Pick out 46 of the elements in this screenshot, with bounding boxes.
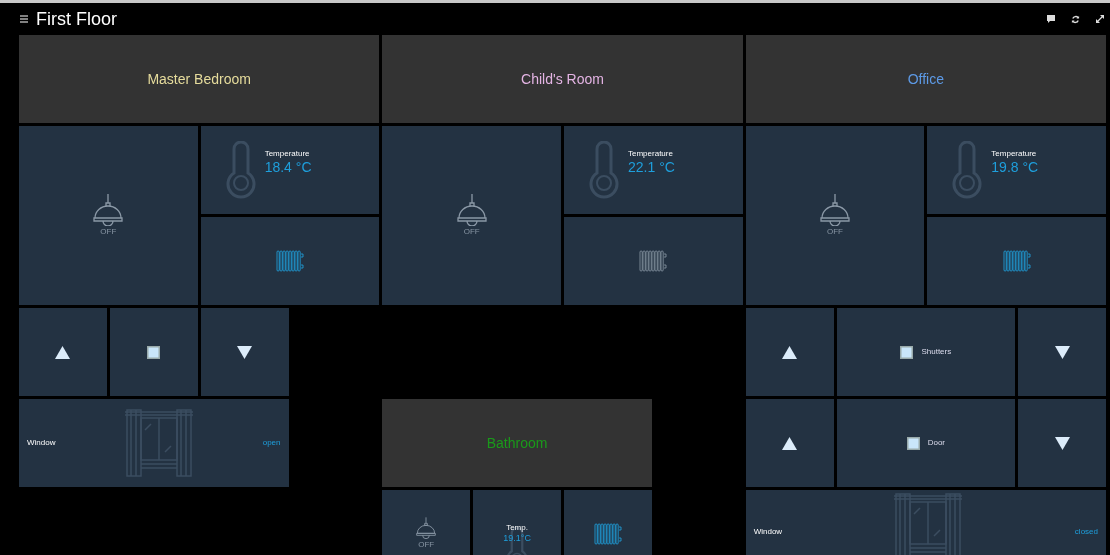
window-status: closed: [1074, 526, 1098, 538]
stop-icon: [900, 345, 914, 359]
light-button[interactable]: OFF: [382, 126, 561, 305]
room-name[interactable]: Office: [907, 68, 944, 90]
window-status: open: [262, 437, 281, 449]
up-button[interactable]: [745, 399, 834, 487]
fullscreen-icon[interactable]: [1096, 15, 1104, 23]
temperature-label: Temperature: [991, 150, 1038, 159]
stop-button[interactable]: [109, 308, 198, 396]
lamp-icon: [817, 193, 853, 226]
down-button[interactable]: [1018, 399, 1106, 487]
temperature-value: 19.8 °C: [991, 159, 1039, 176]
stop-icon: [906, 436, 920, 450]
temperature-value: 19.1°C: [503, 533, 531, 544]
down-triangle-icon: [1054, 345, 1070, 359]
light-button[interactable]: OFF: [745, 126, 925, 305]
temperature-value: 18.4 °C: [264, 159, 312, 176]
down-triangle-icon: [1054, 436, 1070, 450]
room-name[interactable]: Master Bedroom: [147, 68, 251, 90]
up-button[interactable]: [745, 308, 834, 396]
down-triangle-icon: [237, 345, 253, 359]
temperature-label: Temp.: [505, 524, 529, 533]
heater-button[interactable]: [564, 490, 652, 555]
up-triangle-icon: [782, 436, 798, 450]
refresh-icon[interactable]: [1071, 14, 1080, 24]
heater-button[interactable]: [927, 217, 1106, 305]
light-button[interactable]: OFF: [382, 490, 471, 555]
temperature-value: 22.1 °C: [628, 159, 675, 176]
window-label: Window: [753, 526, 783, 538]
temperature-label: Temperature: [628, 150, 674, 159]
lamp-icon: [414, 517, 439, 539]
room-name[interactable]: Bathroom: [486, 432, 548, 454]
window-label: Window: [27, 437, 56, 449]
down-button[interactable]: [1018, 308, 1106, 396]
room-name[interactable]: Child's Room: [521, 68, 604, 90]
page-title: First Floor: [36, 10, 117, 28]
up-triangle-icon: [55, 345, 71, 359]
up-triangle-icon: [782, 345, 798, 359]
heater-button[interactable]: [564, 217, 743, 305]
menu-icon[interactable]: [20, 15, 28, 23]
stop-button[interactable]: Door: [836, 399, 1016, 487]
light-button[interactable]: OFF: [19, 126, 198, 305]
stop-icon: [147, 345, 161, 359]
temperature-label: Temperature: [264, 150, 311, 159]
chat-icon[interactable]: [1047, 15, 1055, 23]
stop-button[interactable]: Shutters: [836, 308, 1016, 396]
